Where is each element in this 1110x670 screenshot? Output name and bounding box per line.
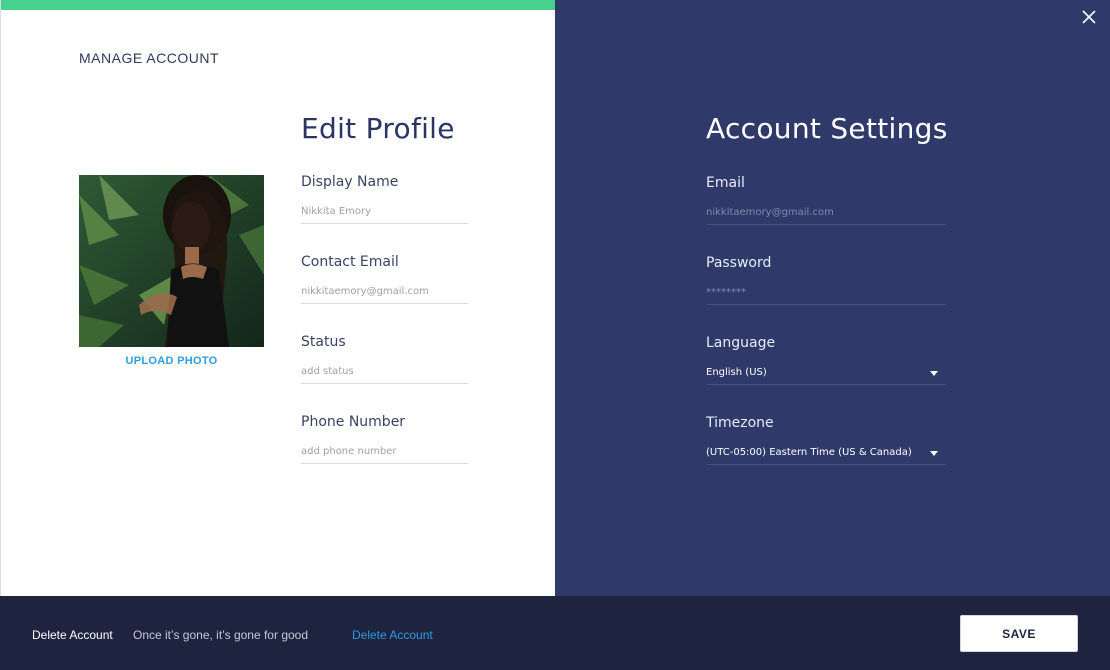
language-label: Language bbox=[706, 335, 776, 351]
language-value: English (US) bbox=[706, 367, 767, 378]
display-name-field: Display Name Nikkita Emory bbox=[301, 174, 468, 224]
chevron-down-icon bbox=[930, 371, 938, 376]
profile-photo bbox=[79, 175, 264, 347]
status-input[interactable]: add status bbox=[301, 364, 468, 384]
contact-email-field: Contact Email nikkitaemory@gmail.com bbox=[301, 254, 468, 304]
page-title: MANAGE ACCOUNT bbox=[79, 50, 220, 66]
upload-photo-link[interactable]: UPLOAD PHOTO bbox=[79, 355, 264, 367]
phone-number-field: Phone Number add phone number bbox=[301, 414, 468, 464]
manage-account-modal: MANAGE ACCOUNT UPLOAD PHOTO Edit Profile… bbox=[0, 0, 1110, 670]
language-select[interactable]: English (US) bbox=[706, 365, 946, 385]
profile-photo-image bbox=[79, 175, 264, 347]
status-label: Status bbox=[301, 334, 346, 350]
display-name-label: Display Name bbox=[301, 174, 399, 190]
delete-account-link[interactable]: Delete Account bbox=[352, 628, 433, 642]
footer-bar: Delete Account Once it’s gone, it’s gone… bbox=[0, 596, 1110, 670]
timezone-setting: Timezone (UTC-05:00) Eastern Time (US & … bbox=[706, 415, 946, 465]
timezone-label: Timezone bbox=[706, 415, 774, 431]
status-field: Status add status bbox=[301, 334, 468, 384]
delete-account-note: Once it’s gone, it’s gone for good bbox=[133, 628, 309, 642]
email-input[interactable]: nikkitaemory@gmail.com bbox=[706, 205, 946, 225]
timezone-select[interactable]: (UTC-05:00) Eastern Time (US & Canada) bbox=[706, 445, 946, 465]
language-setting: Language English (US) bbox=[706, 335, 946, 385]
timezone-value: (UTC-05:00) Eastern Time (US & Canada) bbox=[706, 447, 912, 458]
close-icon[interactable] bbox=[1078, 6, 1100, 28]
chevron-down-icon bbox=[930, 451, 938, 456]
phone-number-input[interactable]: add phone number bbox=[301, 444, 468, 464]
account-settings-panel: Account Settings Email nikkitaemory@gmai… bbox=[555, 0, 1110, 596]
contact-email-input[interactable]: nikkitaemory@gmail.com bbox=[301, 284, 468, 304]
phone-number-label: Phone Number bbox=[301, 414, 406, 430]
delete-account-label: Delete Account bbox=[32, 628, 113, 642]
edit-profile-heading: Edit Profile bbox=[301, 112, 455, 145]
progress-fill bbox=[1, 0, 556, 10]
email-label: Email bbox=[706, 175, 745, 191]
password-setting: Password ******** bbox=[706, 255, 946, 305]
progress-bar bbox=[1, 0, 556, 10]
password-label: Password bbox=[706, 255, 772, 271]
display-name-input[interactable]: Nikkita Emory bbox=[301, 204, 468, 224]
contact-email-label: Contact Email bbox=[301, 254, 399, 270]
edit-profile-panel: MANAGE ACCOUNT UPLOAD PHOTO Edit Profile… bbox=[0, 0, 556, 596]
password-input[interactable]: ******** bbox=[706, 285, 946, 305]
account-settings-heading: Account Settings bbox=[706, 112, 948, 145]
email-setting: Email nikkitaemory@gmail.com bbox=[706, 175, 946, 225]
save-button[interactable]: SAVE bbox=[960, 615, 1078, 652]
